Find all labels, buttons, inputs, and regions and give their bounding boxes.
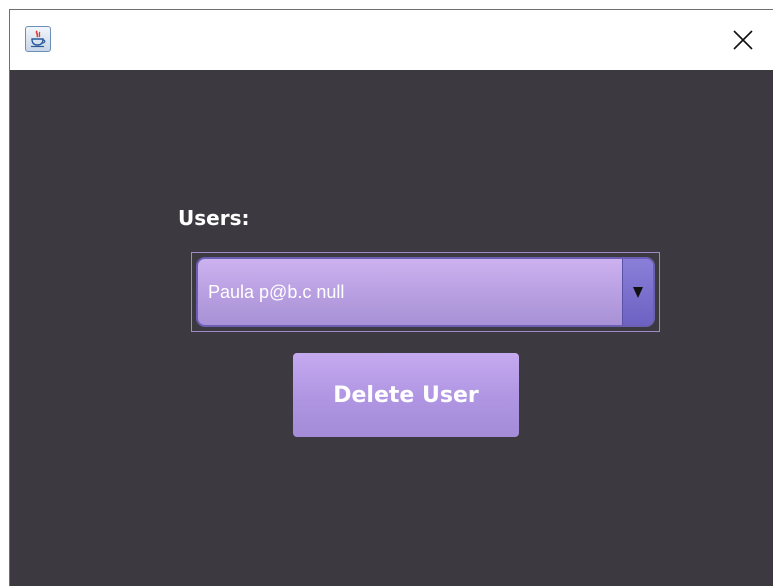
close-icon <box>733 30 753 50</box>
java-cup-icon <box>25 26 51 52</box>
dropdown-arrow-button[interactable] <box>622 259 653 325</box>
app-window: Users: Paula p@b.c null Delete User <box>9 9 773 586</box>
content-panel: Users: Paula p@b.c null Delete User <box>10 70 773 586</box>
users-label: Users: <box>178 206 250 230</box>
title-bar[interactable] <box>10 10 773 70</box>
delete-user-button[interactable]: Delete User <box>293 353 519 437</box>
users-select-focus-ring: Paula p@b.c null <box>191 252 660 332</box>
users-select[interactable]: Paula p@b.c null <box>196 257 655 327</box>
close-button[interactable] <box>713 10 773 70</box>
users-select-value: Paula p@b.c null <box>208 282 345 302</box>
triangle-down-icon <box>633 286 643 298</box>
